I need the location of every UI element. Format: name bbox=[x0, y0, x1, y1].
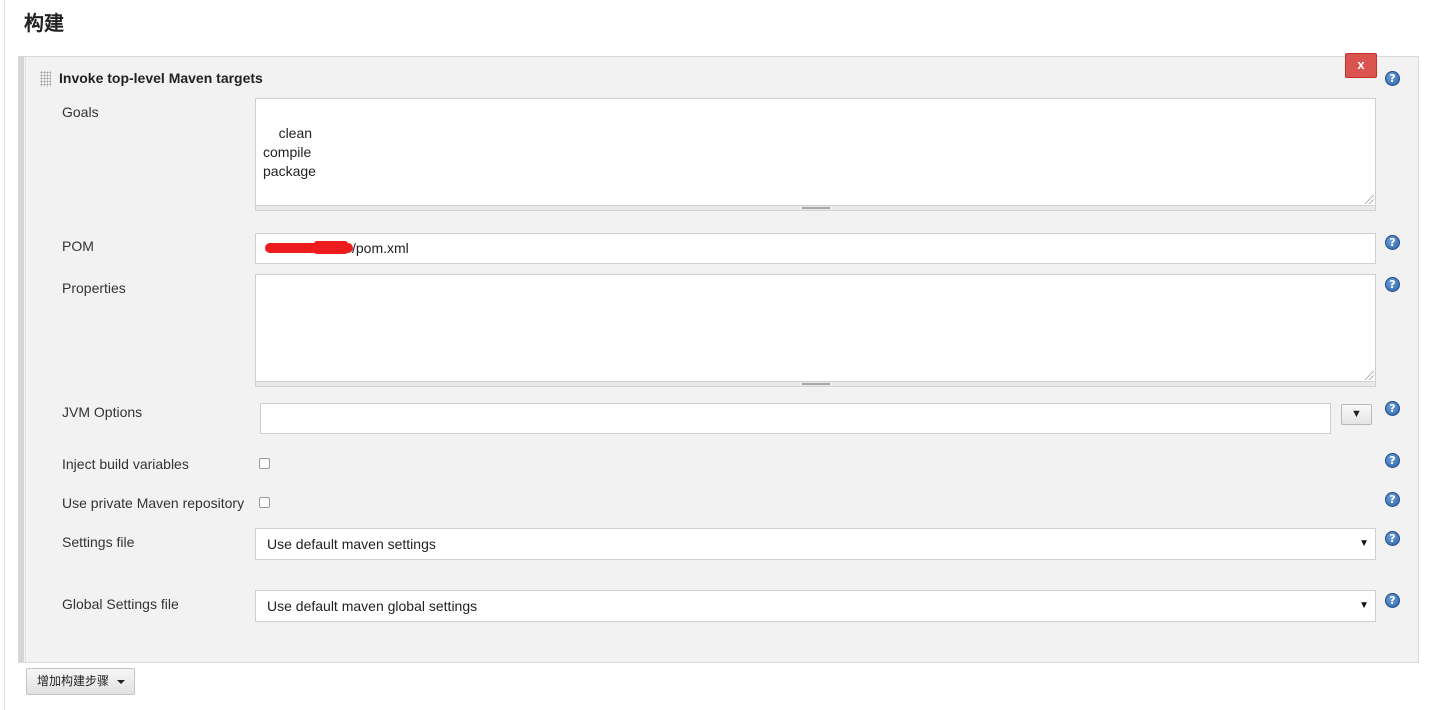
goals-textarea[interactable]: clean compile package bbox=[255, 98, 1376, 206]
redaction-mark bbox=[314, 241, 348, 254]
goals-value: clean compile package bbox=[263, 125, 316, 179]
jvm-options-label: JVM Options bbox=[62, 404, 143, 420]
properties-help-icon[interactable]: ? bbox=[1385, 277, 1400, 292]
jvm-options-help-icon[interactable]: ? bbox=[1385, 401, 1400, 416]
private-repo-help-icon[interactable]: ? bbox=[1385, 492, 1400, 507]
properties-label: Properties bbox=[62, 280, 126, 296]
chevron-down-icon: ▼ bbox=[1359, 538, 1369, 549]
panel-inner-rule bbox=[25, 57, 26, 662]
chevron-down-icon: ▼ bbox=[1359, 600, 1369, 611]
add-build-step-label: 增加构建步骤 bbox=[37, 674, 110, 688]
jvm-options-expand-button[interactable]: ▼ bbox=[1341, 404, 1372, 425]
global-settings-file-help-icon[interactable]: ? bbox=[1385, 593, 1400, 608]
step-help-icon[interactable]: ? bbox=[1385, 71, 1400, 86]
panel-left-bar bbox=[19, 57, 24, 662]
pom-help-icon[interactable]: ? bbox=[1385, 235, 1400, 250]
page-left-rule bbox=[4, 0, 5, 710]
delete-step-button[interactable]: x bbox=[1345, 53, 1377, 78]
pom-input[interactable]: /pom.xml bbox=[255, 233, 1376, 264]
settings-file-select[interactable]: Use default maven settings ▼ bbox=[255, 528, 1376, 560]
add-build-step-button[interactable]: 增加构建步骤 bbox=[26, 668, 135, 695]
properties-textarea[interactable] bbox=[255, 274, 1376, 382]
jvm-options-input[interactable] bbox=[260, 403, 1331, 434]
pom-label: POM bbox=[62, 238, 94, 254]
inject-build-variables-help-icon[interactable]: ? bbox=[1385, 453, 1400, 468]
goals-expand-handle[interactable] bbox=[255, 206, 1376, 211]
private-repo-checkbox[interactable] bbox=[259, 497, 270, 508]
settings-file-label: Settings file bbox=[62, 534, 135, 550]
drag-handle-icon[interactable] bbox=[40, 71, 51, 87]
settings-file-selected: Use default maven settings bbox=[267, 536, 436, 552]
global-settings-file-select[interactable]: Use default maven global settings ▼ bbox=[255, 590, 1376, 622]
settings-file-help-icon[interactable]: ? bbox=[1385, 531, 1400, 546]
pom-value: /pom.xml bbox=[352, 240, 409, 256]
caret-down-icon bbox=[117, 680, 125, 684]
properties-expand-handle[interactable] bbox=[255, 382, 1376, 387]
build-step-panel: Invoke top-level Maven targets x ? Goals… bbox=[18, 53, 1419, 663]
goals-label: Goals bbox=[62, 104, 99, 120]
build-step-title: Invoke top-level Maven targets bbox=[59, 70, 263, 86]
global-settings-file-label: Global Settings file bbox=[62, 596, 179, 612]
inject-build-variables-checkbox[interactable] bbox=[259, 458, 270, 469]
resize-grip-icon[interactable] bbox=[1365, 195, 1374, 204]
inject-build-variables-label: Inject build variables bbox=[62, 456, 189, 472]
section-title: 构建 bbox=[24, 11, 64, 35]
private-repo-label: Use private Maven repository bbox=[62, 495, 245, 511]
resize-grip-icon[interactable] bbox=[1365, 371, 1374, 380]
global-settings-file-selected: Use default maven global settings bbox=[267, 598, 478, 614]
